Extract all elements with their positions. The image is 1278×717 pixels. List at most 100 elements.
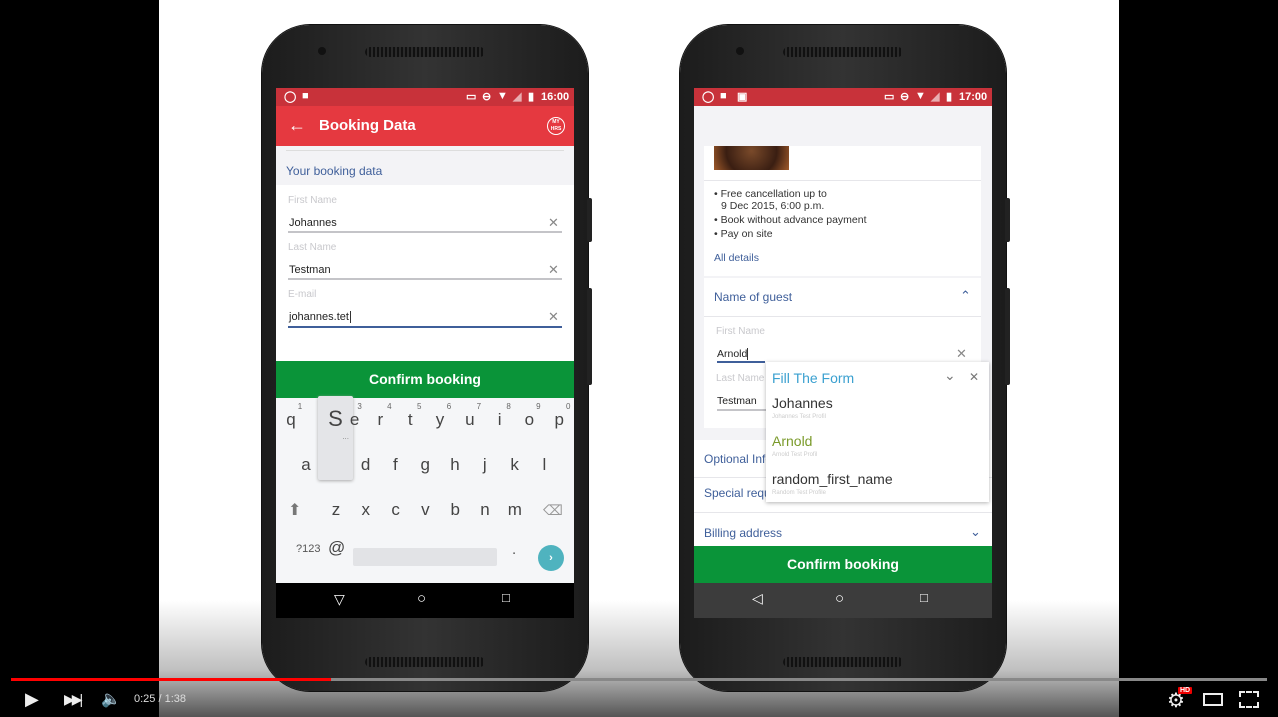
key-e[interactable]: e [345, 410, 365, 430]
billing-address-section[interactable]: Billing address [704, 526, 782, 540]
cast-icon: ▭ [884, 91, 895, 103]
progress-played [11, 678, 332, 681]
last-name-input[interactable]: Testman [289, 264, 331, 276]
clear-icon[interactable]: ✕ [548, 215, 559, 231]
underline-focused [288, 326, 562, 328]
chevron-up-icon[interactable]: ⌃ [960, 288, 971, 304]
bullet-text: • Book without advance payment [714, 214, 867, 226]
email-label: E-mail [288, 289, 317, 300]
volume-icon[interactable]: 🔈 [101, 689, 121, 709]
key-h[interactable]: h [445, 455, 465, 475]
all-details-link[interactable]: All details [714, 252, 759, 264]
key-l[interactable]: l [534, 455, 554, 475]
email-input[interactable]: johannes.tet [289, 311, 351, 323]
key-j[interactable]: j [475, 455, 495, 475]
right-screen: ◯ ■ ▣ ▭ ⊖ ▼ ◢ ▮ 17:00 • Free cancellatio… [694, 88, 992, 618]
key-g[interactable]: g [415, 455, 435, 475]
guest-section-heading[interactable]: Name of guest [714, 290, 792, 304]
top-speaker [365, 47, 485, 57]
autofill-title: Fill The Form [772, 370, 855, 386]
volume-button [587, 288, 592, 385]
key-t[interactable]: t [400, 410, 420, 430]
enter-key[interactable]: › [538, 545, 564, 571]
key-hint-9: 9 [536, 402, 541, 411]
page-title: Booking Data [319, 117, 416, 134]
key-r[interactable]: r [370, 410, 390, 430]
play-icon[interactable]: ▶ [25, 689, 39, 710]
clear-icon[interactable]: ✕ [956, 346, 967, 362]
chevron-down-icon[interactable]: ⌄ [970, 524, 981, 540]
autofill-item[interactable]: Johannes Johannes Test Profil [766, 392, 989, 428]
android-icon: ▣ [737, 91, 748, 103]
key-v[interactable]: v [415, 500, 435, 520]
divider [704, 180, 981, 181]
status-time: 17:00 [959, 91, 988, 103]
key-a[interactable]: a [296, 455, 316, 475]
special-requests-section[interactable]: Special requ [704, 486, 771, 500]
left-phone: ◯ ■ ▭ ⊖ ▼ ◢ ▮ 16:00 ← Booking Data MY HR… [262, 25, 592, 691]
first-name-input[interactable]: Johannes [289, 217, 337, 229]
autofill-item[interactable]: random_first_name Random Test Profile [766, 468, 989, 502]
confirm-booking-button[interactable]: Confirm booking [276, 361, 574, 398]
key-o[interactable]: o [519, 410, 539, 430]
video-frame[interactable]: ◯ ■ ▭ ⊖ ▼ ◢ ▮ 16:00 ← Booking Data MY HR… [159, 0, 1119, 717]
recents-nav-icon[interactable]: □ [502, 590, 510, 605]
back-nav-icon[interactable]: ◁ [752, 590, 763, 607]
progress-bar[interactable] [11, 678, 1267, 681]
key-y[interactable]: y [430, 410, 450, 430]
shift-icon[interactable]: ⬆ [288, 500, 301, 520]
key-n[interactable]: n [475, 500, 495, 520]
key-x[interactable]: x [356, 500, 376, 520]
key-hint-6: 6 [446, 402, 452, 411]
next-icon[interactable]: ▶▶| [64, 691, 83, 708]
symbols-key[interactable]: ?123 [296, 543, 320, 555]
confirm-booking-button[interactable]: Confirm booking [694, 546, 992, 583]
clear-icon[interactable]: ✕ [548, 262, 559, 278]
key-k[interactable]: k [505, 455, 525, 475]
fullscreen-icon[interactable] [1239, 691, 1259, 708]
key-q[interactable]: q [281, 410, 301, 430]
clear-icon[interactable]: ✕ [548, 309, 559, 325]
hd-badge: HD [1178, 687, 1193, 694]
underline [288, 278, 562, 280]
keyboard: ?123 @ . › ⬆ ⌫ S ... q ertyuiop 1 3 4 5 6 7 8 9 0 a… [276, 396, 574, 583]
recents-nav-icon[interactable]: □ [920, 590, 928, 605]
autofill-item-selected[interactable]: Arnold Arnold Test Profil [766, 430, 989, 466]
theater-mode-icon[interactable] [1203, 693, 1223, 706]
home-nav-icon[interactable]: ○ [835, 590, 844, 607]
circle-icon: ◯ [284, 91, 297, 103]
key-f[interactable]: f [385, 455, 405, 475]
last-name-input[interactable]: Testman [717, 395, 757, 407]
close-icon[interactable]: ✕ [969, 370, 979, 384]
divider [286, 150, 564, 151]
key-hint-0: 0 [565, 402, 571, 411]
underline-focused [717, 361, 765, 363]
key-b[interactable]: b [445, 500, 465, 520]
divider [694, 512, 992, 513]
period-key[interactable]: . [512, 541, 516, 558]
chevron-down-icon[interactable]: ⌄ [944, 367, 956, 384]
key-i[interactable]: i [490, 410, 510, 430]
duration: 1:38 [164, 693, 187, 705]
myhrs-icon[interactable]: MY HRS [547, 117, 565, 135]
left-screen: ◯ ■ ▭ ⊖ ▼ ◢ ▮ 16:00 ← Booking Data MY HR… [276, 88, 574, 618]
back-arrow-icon[interactable]: ← [288, 115, 306, 136]
key-d[interactable]: d [356, 455, 376, 475]
optional-info-section[interactable]: Optional Info [704, 452, 772, 466]
home-nav-icon[interactable]: ○ [417, 590, 426, 607]
battery-icon: ▮ [528, 91, 535, 103]
circle-icon: ◯ [702, 91, 715, 103]
at-key[interactable]: @ [328, 538, 345, 558]
key-p[interactable]: p [549, 410, 569, 430]
key-z[interactable]: z [326, 500, 346, 520]
key-m[interactable]: m [505, 500, 525, 520]
key-c[interactable]: c [386, 500, 406, 520]
space-key[interactable] [353, 548, 497, 566]
key-u[interactable]: u [460, 410, 480, 430]
backspace-icon[interactable]: ⌫ [543, 502, 563, 519]
back-nav-icon[interactable]: ▽ [334, 591, 345, 608]
signal-icon: ◢ [513, 91, 522, 103]
key-hint-7: 7 [476, 402, 482, 411]
first-name-input[interactable]: Arnold [717, 348, 749, 360]
hotel-image [714, 146, 789, 170]
